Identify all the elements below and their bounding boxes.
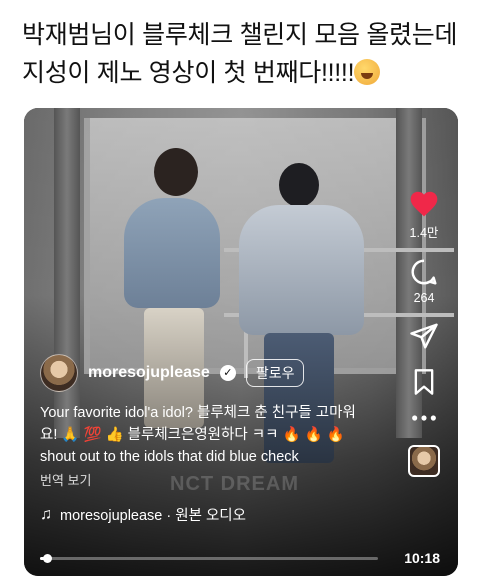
caption-line-1: Your favorite idol'a idol? 블루체크 춘 친구들 고마… (40, 405, 356, 421)
translate-link[interactable]: 번역 보기 (40, 470, 91, 489)
music-note-icon: ♫ (40, 505, 52, 523)
heart-icon[interactable] (408, 188, 440, 218)
comment-icon[interactable] (409, 257, 439, 287)
post-text: 박재범님이 블루체크 챌린지 모음 올렸는데 지성이 제노 영상이 첫 번째다!… (22, 16, 462, 92)
post-text-line-2: 지성이 제노 영상이 첫 번째다!!!!! (22, 54, 462, 92)
caption-line-2: 요! 🙏 💯 👍 블루체크은영원하다 ㅋㅋ 🔥 🔥 🔥 (40, 427, 345, 443)
like-action[interactable]: 1.4만 (408, 188, 440, 241)
share-action[interactable] (409, 321, 439, 351)
more-options-icon[interactable] (410, 413, 438, 423)
reel-video[interactable]: NCT DREAM moresojuplease ✓ 팔로우 Your favo… (24, 108, 458, 576)
action-bar: 1.4만 264 (400, 188, 448, 493)
audio-link[interactable]: ♫ moresojuplease · 원본 오디오 (40, 504, 246, 525)
follow-button[interactable]: 팔로우 (245, 359, 305, 387)
user-avatar[interactable] (40, 354, 78, 392)
video-watermark: NCT DREAM (170, 473, 299, 495)
video-time: 10:18 (404, 550, 440, 566)
reel-caption[interactable]: Your favorite idol'a idol? 블루체크 춘 친구들 고마… (40, 402, 370, 468)
video-progress-handle[interactable] (42, 554, 52, 563)
comment-action[interactable]: 264 (409, 257, 439, 305)
audio-thumbnail[interactable] (408, 445, 440, 477)
username[interactable]: moresojuplease (88, 364, 210, 382)
more-action[interactable] (410, 413, 438, 423)
post-text-line-2-text: 지성이 제노 영상이 첫 번째다!!!!! (22, 59, 355, 87)
like-count: 1.4만 (409, 226, 439, 240)
video-progress-bar[interactable] (40, 554, 378, 563)
caption-line-3: shout out to the idols that did blue che… (40, 449, 299, 465)
comment-count: 264 (413, 291, 435, 305)
save-action[interactable] (410, 367, 438, 397)
verified-badge-icon: ✓ (219, 365, 236, 381)
audio-thumbnail-image[interactable] (408, 445, 440, 477)
send-icon[interactable] (409, 321, 439, 351)
shushing-face-emoji-icon (354, 59, 381, 85)
post-text-line-1: 박재범님이 블루체크 챌린지 모음 올렸는데 (22, 21, 458, 49)
reel-profile: moresojuplease ✓ 팔로우 (40, 354, 305, 392)
bookmark-icon[interactable] (410, 367, 438, 397)
audio-label: moresojuplease · 원본 오디오 (60, 508, 246, 524)
